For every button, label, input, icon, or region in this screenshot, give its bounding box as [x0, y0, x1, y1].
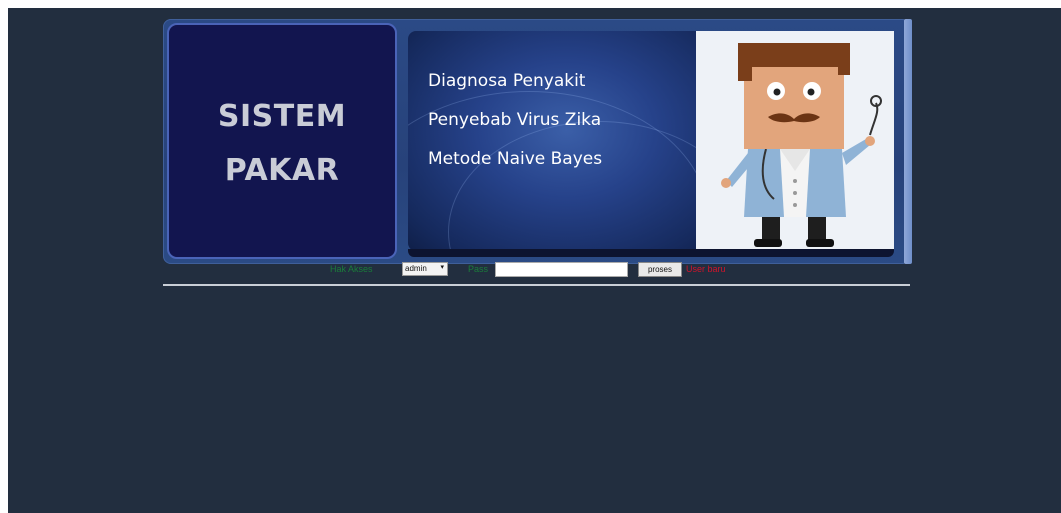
new-user-link[interactable]: User baru	[686, 264, 726, 274]
submit-button[interactable]: proses	[638, 262, 682, 277]
doctor-icon	[721, 43, 882, 247]
banner-edge-strip	[904, 19, 912, 264]
login-form: Hak Akses admin ▾ Pass proses User baru	[163, 260, 910, 282]
banner-title-line2: Penyebab Virus Zika	[428, 110, 602, 130]
header-banner: SISTEM PAKAR Diagnosa Penyakit Penyebab …	[163, 19, 912, 264]
role-label: Hak Akses	[330, 264, 373, 274]
role-select[interactable]: admin ▾	[402, 262, 448, 276]
header-divider	[163, 284, 910, 286]
logo-text-line2: PAKAR	[224, 153, 340, 188]
page-background: SISTEM PAKAR Diagnosa Penyakit Penyebab …	[8, 8, 1061, 513]
title-panel-shadow	[408, 249, 894, 257]
role-select-value: admin	[405, 264, 427, 273]
banner-title-line1: Diagnosa Penyakit	[428, 71, 586, 91]
password-field[interactable]	[495, 262, 628, 277]
site-logo: SISTEM PAKAR	[167, 23, 397, 259]
doctor-illustration	[696, 31, 894, 251]
banner-title-line3: Metode Naive Bayes	[428, 149, 603, 169]
logo-text-line1: SISTEM	[217, 99, 347, 134]
password-label: Pass	[468, 264, 489, 274]
banner-title-panel: Diagnosa Penyakit Penyebab Virus Zika Me…	[408, 31, 696, 251]
chevron-down-icon: ▾	[440, 264, 444, 271]
